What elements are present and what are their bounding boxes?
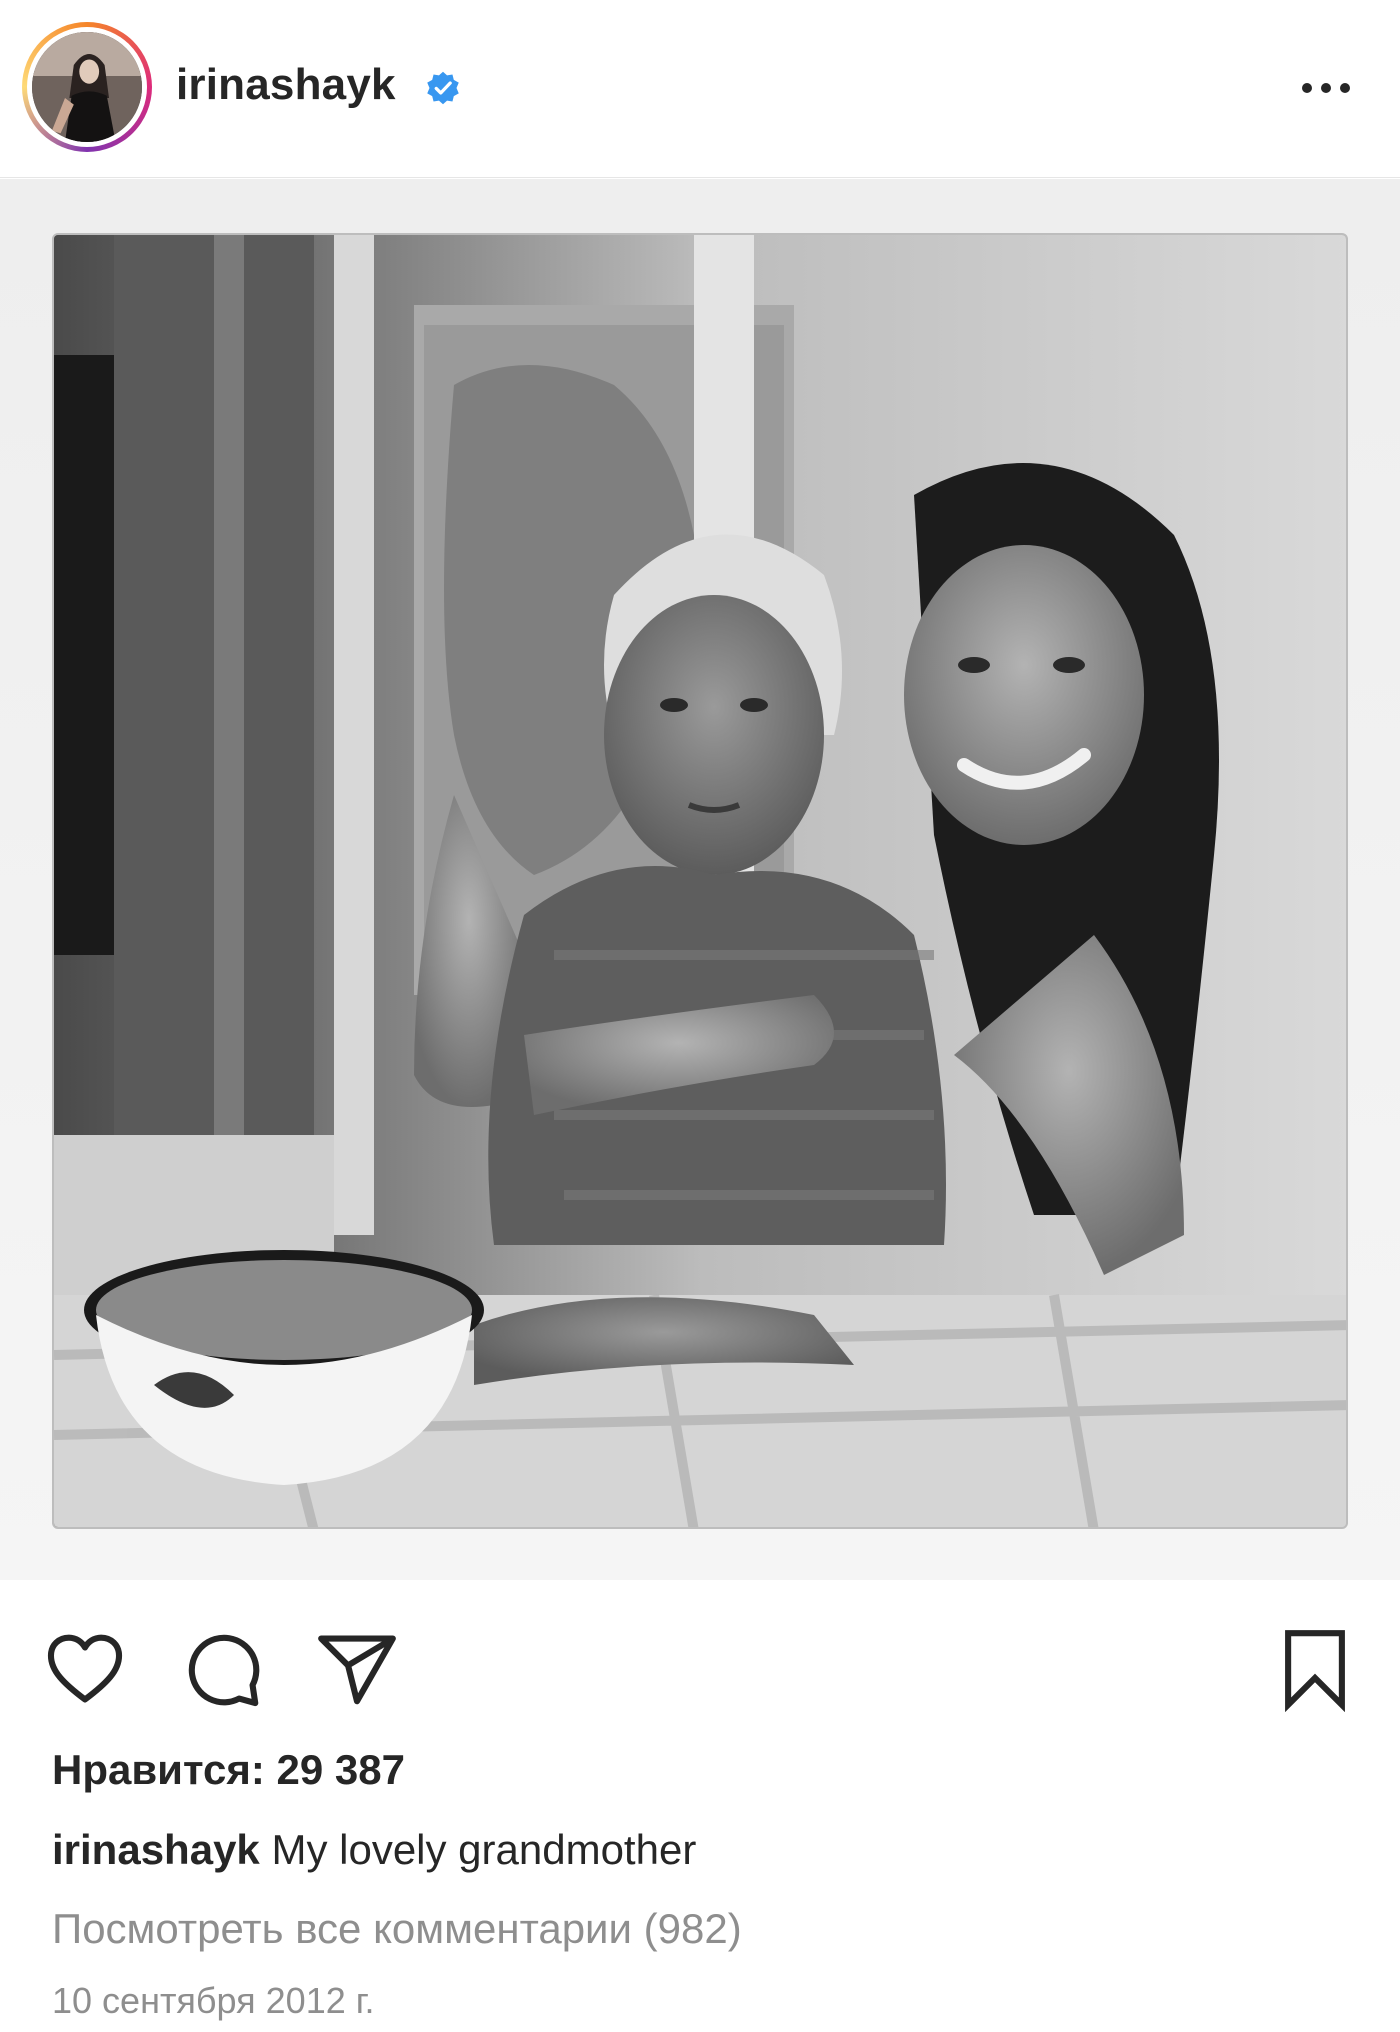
like-count[interactable]: Нравится: 29 387	[52, 1746, 405, 1794]
caption-text: My lovely grandmother	[271, 1826, 697, 1873]
caption-username[interactable]: irinashayk	[52, 1826, 260, 1873]
action-bar	[0, 1610, 1400, 1720]
caption: irinashayk My lovely grandmother	[52, 1826, 696, 1874]
photo-illustration	[54, 235, 1346, 1527]
post-date: 10 сентября 2012 г.	[52, 1980, 375, 2021]
more-dot-icon	[1321, 83, 1331, 93]
avatar-border	[27, 27, 147, 147]
comment-icon[interactable]	[180, 1626, 266, 1712]
post-header: irinashayk	[0, 0, 1400, 178]
more-dot-icon	[1302, 83, 1312, 93]
view-all-comments-link[interactable]: Посмотреть все комментарии (982)	[52, 1905, 742, 1953]
share-icon[interactable]	[314, 1626, 400, 1712]
verified-badge-icon	[427, 71, 459, 105]
more-options-icon[interactable]	[1296, 70, 1356, 106]
bookmark-icon[interactable]	[1272, 1626, 1358, 1712]
heart-icon[interactable]	[42, 1626, 128, 1712]
avatar[interactable]	[22, 22, 152, 152]
post-photo	[52, 233, 1348, 1529]
post-media[interactable]	[0, 179, 1400, 1580]
username[interactable]: irinashayk	[176, 60, 396, 110]
avatar-image	[32, 32, 142, 142]
more-dot-icon	[1340, 83, 1350, 93]
